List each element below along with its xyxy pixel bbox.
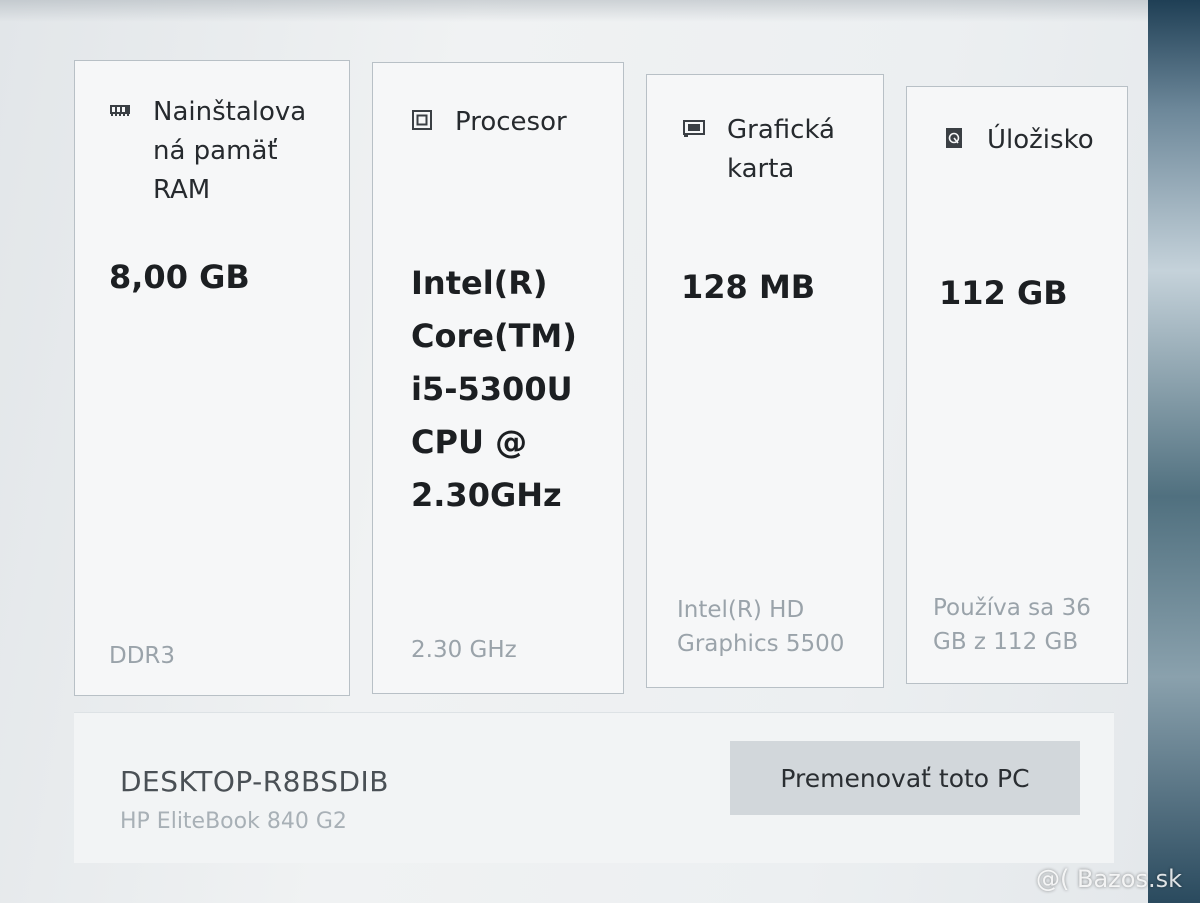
graphics-card: Grafická karta 128 MB Intel(R) HD Graphi… <box>646 74 884 688</box>
graphics-adapter-name: Intel(R) HD Graphics 5500 <box>677 597 845 657</box>
ram-card-title: Nainštalova ná pamäť RAM <box>153 97 307 205</box>
rename-pc-button[interactable]: Premenovať toto PC <box>730 741 1080 815</box>
screen-top-edge <box>0 0 1200 22</box>
storage-usage-text: Používa sa 36 GB z 112 GB <box>933 595 1091 655</box>
graphics-memory-value: 128 MB <box>681 268 816 306</box>
settings-window: Nainštalova ná pamäť RAM 8,00 GB DDR3 Pr… <box>0 0 1200 903</box>
processor-card-title: Procesor <box>455 107 567 137</box>
ram-type: DDR3 <box>109 643 176 669</box>
processor-icon <box>411 109 433 131</box>
memory-icon <box>109 99 131 121</box>
device-model: HP EliteBook 840 G2 <box>120 809 347 834</box>
storage-card: Úložisko 112 GB Používa sa 36 GB z 112 G… <box>906 86 1128 684</box>
storage-card-title: Úložisko <box>987 125 1094 155</box>
storage-capacity-value: 112 GB <box>939 274 1068 312</box>
processor-speed: 2.30 GHz <box>411 637 517 663</box>
graphics-card-icon <box>683 117 705 139</box>
processor-card: Procesor Intel(R) Core(TM) i5-5300U CPU … <box>372 62 624 694</box>
graphics-card-title: Grafická karta <box>727 115 835 184</box>
storage-drive-icon <box>943 127 965 149</box>
ram-card: Nainštalova ná pamäť RAM 8,00 GB DDR3 <box>74 60 350 696</box>
watermark: @( Bazos.sk <box>1036 865 1182 893</box>
processor-value: Intel(R) Core(TM) i5-5300U CPU @ 2.30GHz <box>411 264 577 514</box>
ram-value: 8,00 GB <box>109 258 250 296</box>
device-name: DESKTOP-R8BSDIB <box>120 765 390 798</box>
device-name-panel: DESKTOP-R8BSDIB HP EliteBook 840 G2 Prem… <box>74 712 1114 863</box>
desktop-wallpaper-edge <box>1148 0 1200 903</box>
